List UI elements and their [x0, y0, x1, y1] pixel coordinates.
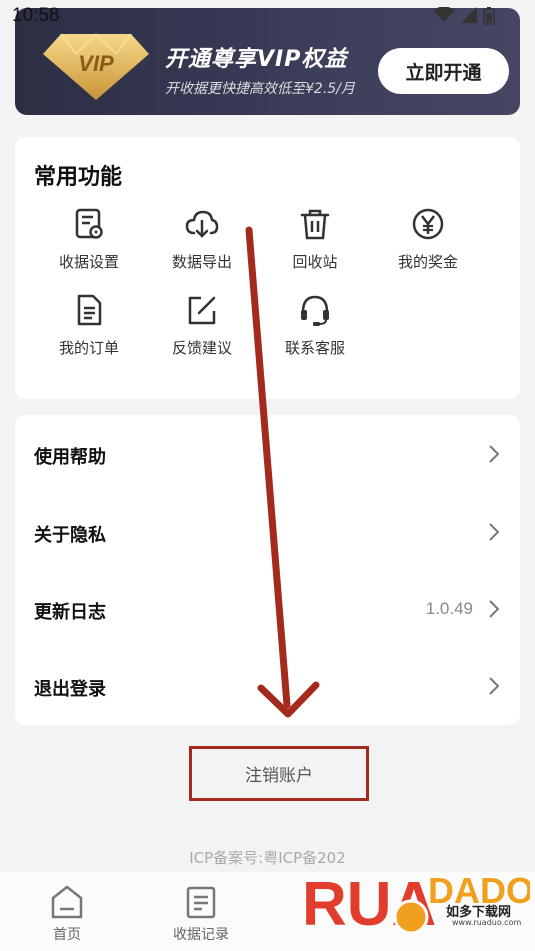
watermark-url: www.ruaduo.com — [452, 918, 522, 927]
vip-badge-text: VIP — [78, 51, 114, 76]
menu-label: 使用帮助 — [34, 447, 106, 468]
common-functions-card: 常用功能 收据设置 数据导出 回收站 我的奖金 我的订单 反馈建议 联系客服 — [15, 137, 520, 399]
func-label: 收据设置 — [58, 253, 119, 271]
menu-item-privacy[interactable]: 关于隐私 — [15, 493, 520, 571]
receipt-list-icon — [186, 886, 216, 919]
menu-item-logout[interactable]: 退出登录 — [15, 647, 520, 725]
func-label: 我的订单 — [58, 339, 119, 357]
home-icon — [51, 885, 83, 919]
func-my-bonus[interactable]: 我的奖金 — [378, 207, 478, 272]
vip-gem-icon: VIP — [43, 32, 149, 100]
wifi-icon — [433, 7, 455, 22]
battery-icon — [483, 7, 495, 25]
vip-activate-button[interactable]: 立即开通 — [378, 48, 509, 94]
chevron-right-icon — [489, 677, 499, 695]
status-icons — [433, 7, 495, 25]
trash-icon — [300, 209, 330, 240]
chevron-right-icon — [489, 445, 499, 463]
settings-menu-card: 使用帮助 关于隐私 更新日志 1.0.49 退出登录 — [15, 415, 520, 725]
vip-title: 开通尊享VIP权益 — [165, 47, 348, 72]
menu-item-changelog[interactable]: 更新日志 1.0.49 — [15, 570, 520, 648]
version-value: 1.0.49 — [425, 599, 473, 618]
chevron-right-icon — [489, 523, 499, 541]
func-label: 我的奖金 — [397, 253, 458, 271]
edit-icon — [188, 296, 216, 325]
tab-label: 首页 — [53, 927, 81, 943]
func-label: 数据导出 — [171, 253, 232, 271]
yen-coin-icon — [412, 208, 444, 240]
menu-label: 更新日志 — [34, 602, 106, 623]
func-my-orders[interactable]: 我的订单 — [39, 293, 139, 358]
document-icon — [77, 294, 102, 326]
menu-item-help[interactable]: 使用帮助 — [15, 415, 520, 493]
tab-home[interactable]: 首页 — [27, 884, 107, 944]
menu-label: 关于隐私 — [34, 525, 106, 546]
chevron-right-icon — [489, 600, 499, 618]
func-customer-service[interactable]: 联系客服 — [265, 293, 365, 358]
func-label: 反馈建议 — [171, 339, 232, 357]
status-bar: 10:58 — [0, 0, 535, 30]
func-label: 联系客服 — [284, 339, 345, 357]
func-receipt-settings[interactable]: 收据设置 — [39, 207, 139, 272]
cancel-account-link[interactable]: 注销账户 — [189, 746, 369, 801]
func-label: 回收站 — [292, 253, 338, 271]
status-time: 10:58 — [12, 5, 60, 26]
signal-icon — [461, 7, 477, 23]
receipt-settings-icon — [75, 208, 103, 239]
func-data-export[interactable]: 数据导出 — [152, 207, 252, 272]
vip-subtitle: 开收据更快捷高效低至¥2.5/月 — [165, 81, 355, 97]
func-recycle-bin[interactable]: 回收站 — [265, 207, 365, 272]
watermark-logo: RUA DADO — [301, 869, 531, 941]
func-feedback[interactable]: 反馈建议 — [152, 293, 252, 358]
tab-label: 收据记录 — [173, 927, 229, 943]
cloud-download-icon — [185, 210, 219, 238]
section-title: 常用功能 — [34, 165, 123, 190]
menu-label: 退出登录 — [34, 679, 106, 700]
headset-icon — [301, 295, 329, 326]
tab-receipt-records[interactable]: 收据记录 — [161, 884, 241, 944]
